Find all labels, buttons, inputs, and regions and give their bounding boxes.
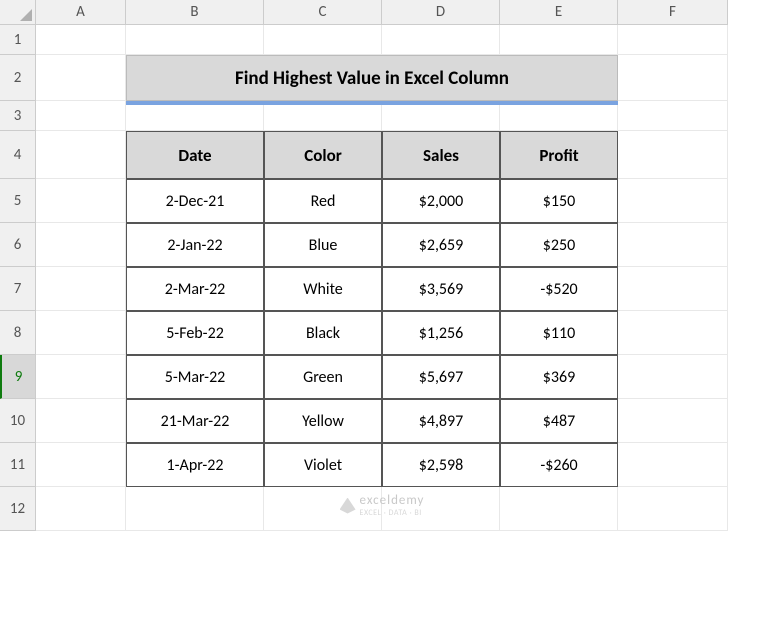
- table-cell[interactable]: -$260: [500, 443, 618, 487]
- table-cell[interactable]: 2-Mar-22: [126, 267, 264, 311]
- table-header: Sales: [382, 131, 500, 179]
- cell[interactable]: [618, 267, 728, 311]
- cell[interactable]: [126, 25, 264, 55]
- cell[interactable]: [618, 131, 728, 179]
- cell[interactable]: [36, 101, 126, 131]
- cell[interactable]: [618, 443, 728, 487]
- table-cell[interactable]: 1-Apr-22: [126, 443, 264, 487]
- column-header-C[interactable]: C: [264, 0, 382, 24]
- row-header-5[interactable]: 5: [0, 179, 35, 223]
- row-header-2[interactable]: 2: [0, 55, 35, 101]
- row-header-6[interactable]: 6: [0, 223, 35, 267]
- cell[interactable]: [618, 223, 728, 267]
- table-cell[interactable]: $487: [500, 399, 618, 443]
- row-header-4[interactable]: 4: [0, 131, 35, 179]
- table-cell[interactable]: $369: [500, 355, 618, 399]
- row-header-10[interactable]: 10: [0, 399, 35, 443]
- table-header: Profit: [500, 131, 618, 179]
- table-cell[interactable]: $1,256: [382, 311, 500, 355]
- row-header-9[interactable]: 9: [0, 355, 35, 399]
- table-cell[interactable]: $4,897: [382, 399, 500, 443]
- table-cell[interactable]: 21-Mar-22: [126, 399, 264, 443]
- row-header-3[interactable]: 3: [0, 101, 35, 131]
- table-cell[interactable]: 5-Mar-22: [126, 355, 264, 399]
- cell[interactable]: [36, 55, 126, 101]
- cell[interactable]: [126, 101, 264, 131]
- table-cell[interactable]: Green: [264, 355, 382, 399]
- page-title: Find Highest Value in Excel Column: [126, 55, 618, 101]
- cell[interactable]: [36, 355, 126, 399]
- watermark: exceldemyEXCEL · DATA · BI: [36, 493, 728, 518]
- cell[interactable]: [618, 311, 728, 355]
- cell[interactable]: [36, 399, 126, 443]
- table-cell[interactable]: $2,000: [382, 179, 500, 223]
- cell[interactable]: [618, 55, 728, 101]
- table-cell[interactable]: Red: [264, 179, 382, 223]
- table-cell[interactable]: $5,697: [382, 355, 500, 399]
- row-header-7[interactable]: 7: [0, 267, 35, 311]
- cell[interactable]: [36, 311, 126, 355]
- table-cell[interactable]: Violet: [264, 443, 382, 487]
- select-all-corner[interactable]: [0, 0, 36, 25]
- cell[interactable]: [618, 355, 728, 399]
- cell[interactable]: [264, 25, 382, 55]
- table-cell[interactable]: 5-Feb-22: [126, 311, 264, 355]
- cell[interactable]: [618, 399, 728, 443]
- table-cell[interactable]: $150: [500, 179, 618, 223]
- cell[interactable]: [500, 101, 618, 131]
- cell[interactable]: [36, 25, 126, 55]
- row-header-1[interactable]: 1: [0, 25, 35, 55]
- cell[interactable]: [36, 443, 126, 487]
- column-header-A[interactable]: A: [36, 0, 126, 24]
- table-cell[interactable]: 2-Jan-22: [126, 223, 264, 267]
- cell[interactable]: [36, 223, 126, 267]
- table-cell[interactable]: White: [264, 267, 382, 311]
- cell[interactable]: [36, 131, 126, 179]
- table-cell[interactable]: $3,569: [382, 267, 500, 311]
- cell[interactable]: [382, 101, 500, 131]
- cell[interactable]: [500, 25, 618, 55]
- watermark-sub: EXCEL · DATA · BI: [360, 508, 422, 518]
- table-cell[interactable]: -$520: [500, 267, 618, 311]
- table-header: Color: [264, 131, 382, 179]
- table-cell[interactable]: $2,659: [382, 223, 500, 267]
- table-cell[interactable]: $2,598: [382, 443, 500, 487]
- table-header: Date: [126, 131, 264, 179]
- cell[interactable]: [264, 101, 382, 131]
- column-headers: ABCDEF: [36, 0, 728, 25]
- row-headers: 123456789101112: [0, 25, 36, 531]
- watermark-brand: exceldemy: [360, 493, 425, 508]
- cell[interactable]: [382, 25, 500, 55]
- cell[interactable]: [36, 179, 126, 223]
- cell[interactable]: [618, 101, 728, 131]
- title-underline: [126, 101, 618, 105]
- cell[interactable]: [36, 267, 126, 311]
- table-cell[interactable]: $250: [500, 223, 618, 267]
- table-cell[interactable]: Yellow: [264, 399, 382, 443]
- cell[interactable]: [618, 25, 728, 55]
- row-header-11[interactable]: 11: [0, 443, 35, 487]
- table-cell[interactable]: Blue: [264, 223, 382, 267]
- column-header-F[interactable]: F: [618, 0, 728, 24]
- column-header-E[interactable]: E: [500, 0, 618, 24]
- table-cell[interactable]: Black: [264, 311, 382, 355]
- cell[interactable]: [618, 179, 728, 223]
- table-cell[interactable]: $110: [500, 311, 618, 355]
- column-header-B[interactable]: B: [126, 0, 264, 24]
- column-header-D[interactable]: D: [382, 0, 500, 24]
- watermark-logo-icon: [340, 498, 356, 514]
- row-header-8[interactable]: 8: [0, 311, 35, 355]
- table-cell[interactable]: 2-Dec-21: [126, 179, 264, 223]
- row-header-12[interactable]: 12: [0, 487, 35, 531]
